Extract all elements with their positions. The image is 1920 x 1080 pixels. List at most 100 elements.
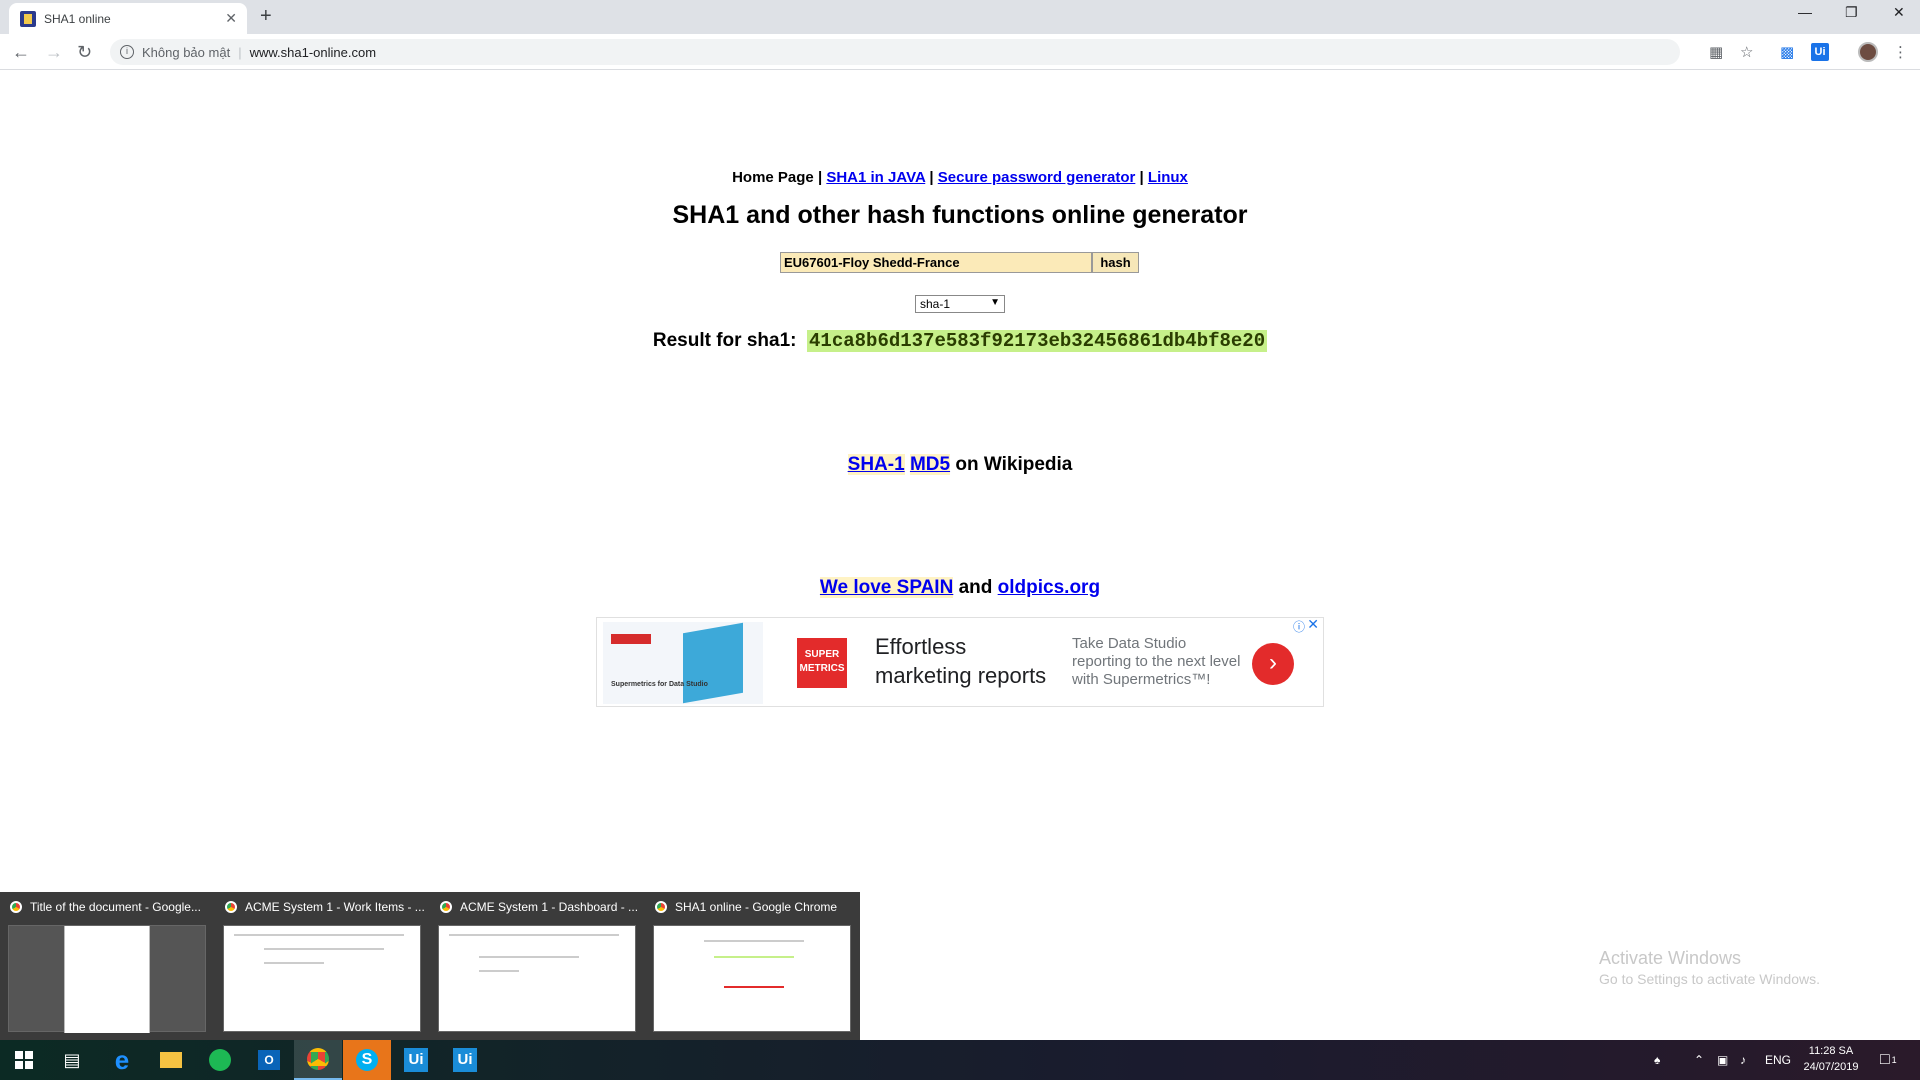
start-button[interactable]: [0, 1040, 48, 1080]
close-window-icon[interactable]: ✕: [1893, 4, 1905, 21]
network-icon[interactable]: ▣: [1717, 1040, 1728, 1080]
notification-count: 1: [1891, 1055, 1897, 1065]
thumbnail-sha1-online[interactable]: SHA1 online - Google Chrome: [645, 892, 860, 1040]
partner-links: We love SPAIN and oldpics.org: [0, 577, 1920, 599]
thumbnail-dashboard[interactable]: ACME System 1 - Dashboard - ...: [430, 892, 645, 1040]
ad-headline[interactable]: Effortless marketing reports: [875, 632, 1046, 690]
sha1-wikipedia-link[interactable]: SHA-1: [847, 454, 905, 475]
chrome-icon: [440, 901, 452, 913]
ad-thumb-brand-mark: [611, 634, 651, 644]
chevron-down-icon: ▼: [990, 297, 1000, 308]
activate-windows-watermark: Activate Windows Go to Settings to activ…: [1599, 948, 1820, 987]
thumbnail-title: SHA1 online - Google Chrome: [675, 900, 838, 914]
outlook-icon: O: [258, 1050, 280, 1070]
site-favicon-icon: [20, 10, 36, 27]
ad-thumb-caption: Supermetrics for Data Studio: [611, 681, 708, 688]
chrome-taskbar-button[interactable]: [294, 1040, 342, 1080]
thumbnail-line: [449, 934, 619, 936]
browser-toolbar: ← → ↻ i Không bảo mật | www.sha1-online.…: [0, 34, 1920, 70]
uipath-robot-taskbar-button[interactable]: Ui: [441, 1040, 489, 1080]
taskbar-thumbnail-popup: Title of the document - Google... ACME S…: [0, 892, 860, 1040]
bookmark-star-icon[interactable]: ☆: [1740, 43, 1753, 61]
ad-headline-line2: marketing reports: [875, 663, 1047, 688]
url-text[interactable]: www.sha1-online.com: [250, 45, 376, 60]
nav-linux-link[interactable]: Linux: [1148, 169, 1188, 186]
notification-icon: □: [1880, 1051, 1890, 1068]
md5-wikipedia-link[interactable]: MD5: [909, 454, 951, 475]
ad-description: Take Data Studio reporting to the next l…: [1072, 635, 1241, 688]
uipath-icon: Ui: [453, 1048, 477, 1072]
task-view-icon: ▤: [63, 1049, 81, 1070]
hash-button[interactable]: hash: [1092, 252, 1139, 273]
security-label[interactable]: Không bảo mật: [142, 45, 230, 60]
edge-taskbar-button[interactable]: e: [98, 1040, 146, 1080]
show-hidden-icons-icon[interactable]: ⌃: [1694, 1040, 1704, 1080]
ad-arrow-button[interactable]: ›: [1252, 643, 1294, 685]
tab-sha1-online[interactable]: SHA1 online ✕: [9, 3, 247, 34]
oldpics-link[interactable]: oldpics.org: [998, 577, 1100, 598]
thumbnail-label: ACME System 1 - Work Items - ...: [225, 900, 425, 914]
info-icon[interactable]: i: [120, 45, 134, 59]
volume-icon[interactable]: ♪: [1740, 1040, 1746, 1080]
spotify-taskbar-button[interactable]: [196, 1040, 244, 1080]
thumbnail-document[interactable]: Title of the document - Google...: [0, 892, 215, 1040]
windows-logo-icon: [15, 1051, 33, 1069]
chrome-icon: [655, 901, 667, 913]
supermetrics-logo: SUPER METRICS: [797, 638, 847, 688]
tab-strip: SHA1 online ✕ + — ❐ ✕: [0, 0, 1920, 34]
forward-icon[interactable]: →: [45, 42, 63, 63]
blocked-content-icon[interactable]: ▦: [1709, 43, 1723, 61]
nav-sha1-java-link[interactable]: SHA1 in JAVA: [826, 169, 925, 186]
chrome-icon: [225, 901, 237, 913]
reload-icon[interactable]: ↻: [77, 42, 92, 63]
chrome-icon: [10, 901, 22, 913]
menu-kebab-icon[interactable]: ⋮: [1893, 43, 1908, 61]
language-indicator[interactable]: ENG: [1765, 1040, 1791, 1080]
result-hash: 41ca8b6d137e583f92173eb32456861db4bf8e20: [807, 330, 1268, 352]
nav-home: Home Page: [732, 169, 814, 186]
we-love-spain-link[interactable]: We love SPAIN: [819, 577, 954, 598]
algorithm-select[interactable]: sha-1 ▼: [915, 295, 1005, 313]
translate-extension-icon[interactable]: ▩: [1780, 43, 1794, 61]
task-view-button[interactable]: ▤: [48, 1040, 96, 1080]
ad-info-icon[interactable]: ⓘ: [1293, 618, 1305, 635]
watermark-subtitle: Go to Settings to activate Windows.: [1599, 971, 1820, 987]
wikipedia-links: SHA-1 MD5 on Wikipedia: [0, 454, 1920, 476]
thumbnail-line: [479, 970, 519, 972]
nav-password-generator-link[interactable]: Secure password generator: [938, 169, 1136, 186]
back-icon[interactable]: ←: [12, 42, 30, 63]
ad-close-icon[interactable]: ✕: [1307, 616, 1319, 633]
ad-banner[interactable]: Supermetrics for Data Studio SUPER METRI…: [596, 616, 1324, 707]
file-explorer-taskbar-button[interactable]: [147, 1040, 195, 1080]
skype-taskbar-button[interactable]: S: [343, 1040, 391, 1080]
outlook-taskbar-button[interactable]: O: [245, 1040, 293, 1080]
skype-icon: S: [356, 1049, 378, 1071]
people-icon[interactable]: ♠: [1654, 1040, 1660, 1080]
minimize-icon[interactable]: —: [1798, 4, 1812, 20]
uipath-studio-taskbar-button[interactable]: Ui: [392, 1040, 440, 1080]
tab-close-icon[interactable]: ✕: [225, 10, 237, 27]
page-title: SHA1 and other hash functions online gen…: [672, 201, 1248, 229]
omnibox-separator: |: [238, 44, 242, 60]
thumbnail-preview: [653, 925, 851, 1032]
action-center-button[interactable]: □ 1: [1880, 1040, 1897, 1080]
new-tab-button[interactable]: +: [260, 5, 272, 28]
clock-time: 11:28 SA: [1808, 1045, 1854, 1057]
folder-icon: [160, 1052, 182, 1068]
thumbnail-preview: [223, 925, 421, 1032]
chrome-icon: [307, 1048, 329, 1070]
profile-avatar[interactable]: [1858, 42, 1878, 62]
hash-form: hash: [780, 252, 1139, 273]
thumbnail-title: Title of the document - Google...: [30, 900, 201, 914]
uipath-extension-icon[interactable]: Ui: [1811, 43, 1829, 61]
thumbnail-work-items[interactable]: ACME System 1 - Work Items - ...: [215, 892, 430, 1040]
result-label: Result for sha1:: [652, 330, 797, 351]
restore-icon[interactable]: ❐: [1845, 4, 1858, 21]
address-bar[interactable]: i Không bảo mật | www.sha1-online.com: [110, 39, 1680, 65]
hash-input[interactable]: [780, 252, 1092, 273]
thumbnail-label: Title of the document - Google...: [10, 900, 201, 914]
system-clock[interactable]: 11:28 SA 24/07/2019: [1796, 1043, 1866, 1075]
thumbnail-title: ACME System 1 - Dashboard - ...: [460, 900, 639, 914]
thumbnail-title: ACME System 1 - Work Items - ...: [245, 900, 425, 914]
spotify-icon: [209, 1049, 231, 1071]
